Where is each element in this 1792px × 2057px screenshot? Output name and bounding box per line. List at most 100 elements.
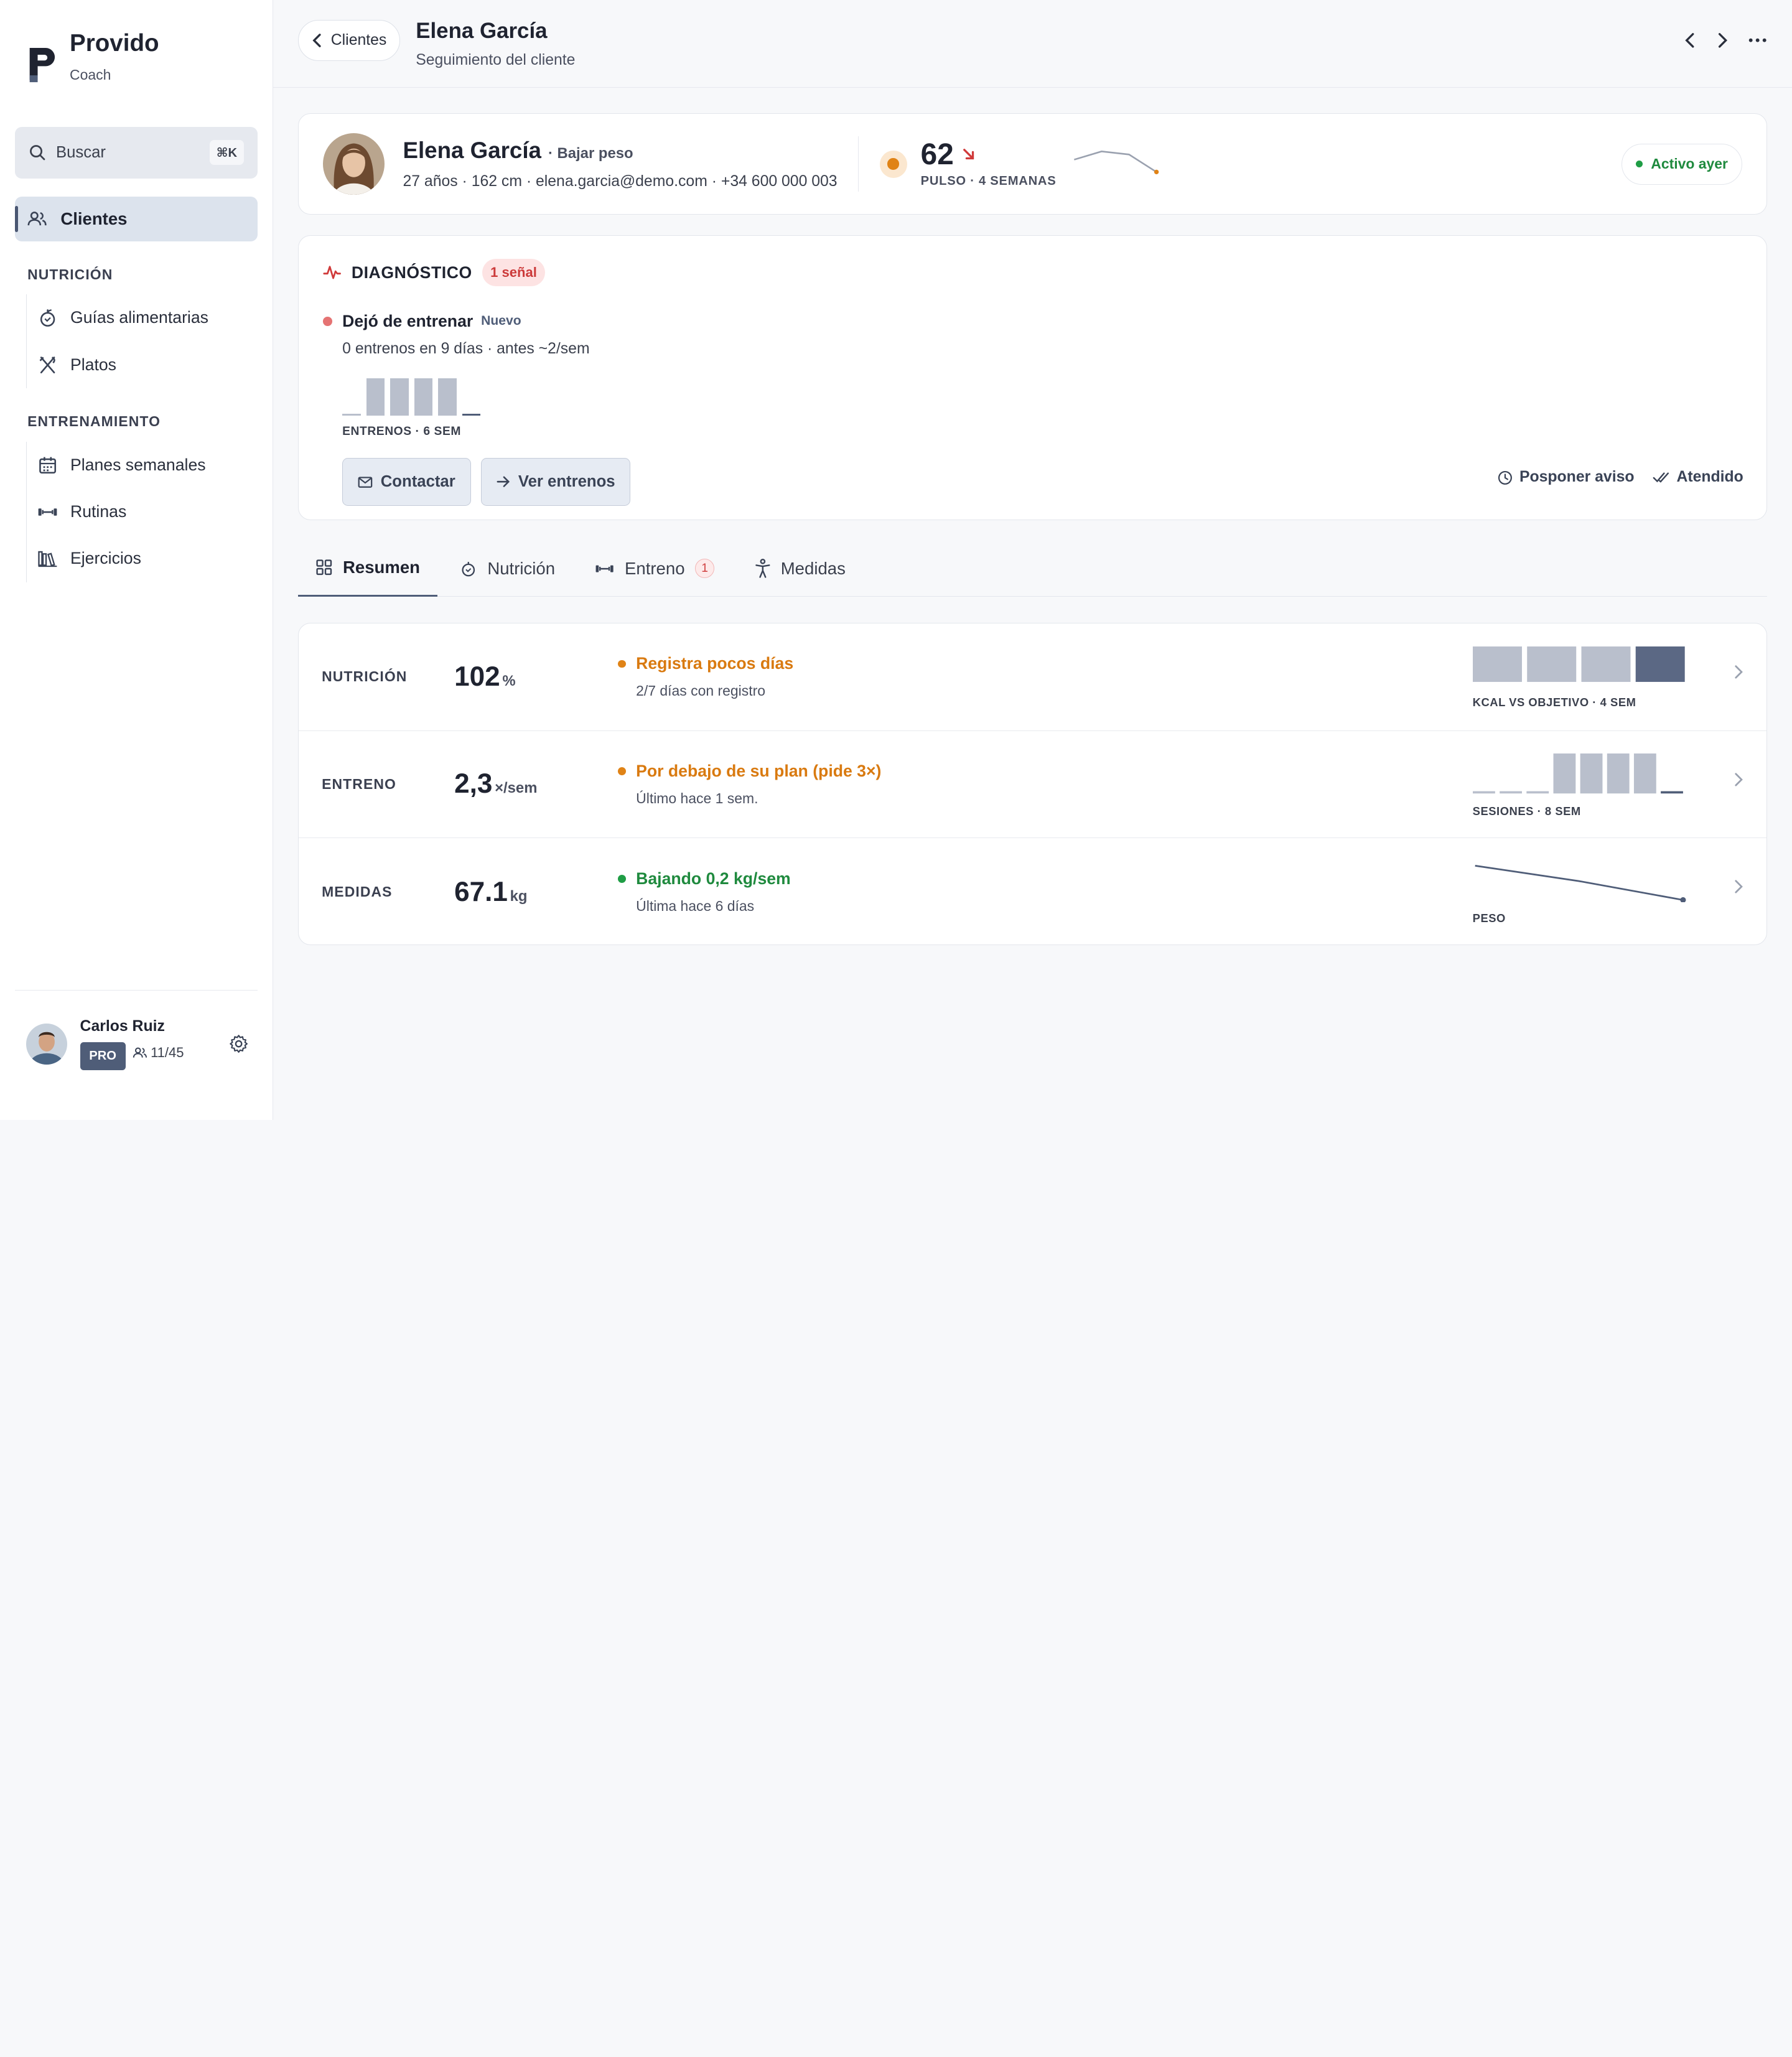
user-avatar[interactable] (26, 1023, 68, 1065)
sidebar-item-guias[interactable]: Guías alimentarias (36, 294, 258, 341)
tab-label: Nutrición (487, 558, 556, 578)
sidebar-item-platos[interactable]: Platos (36, 342, 258, 388)
pulse-sparkline (1074, 151, 1159, 175)
main-content: Clientes Elena García Seguimiento del cl… (273, 0, 1792, 1120)
metric-row-medidas[interactable]: MEDIDAS 67.1 kg Bajando 0,2 kg/sem Última… (299, 838, 1766, 946)
client-goal: · Bajar peso (548, 145, 633, 162)
session-bar (1633, 753, 1656, 794)
pulse-last-point (1154, 169, 1159, 175)
sidebar-item-clientes[interactable]: Clientes (14, 196, 258, 241)
sidebar-item-label: Guías alimentarias (70, 308, 208, 327)
mail-icon (358, 476, 373, 488)
metric-row-entreno[interactable]: ENTRENO 2,3 ×/sem Por debajo de su plan (… (299, 731, 1766, 839)
tab-medidas[interactable]: Medidas (737, 541, 862, 597)
session-bar (1607, 753, 1630, 794)
pulse-value: 62 (920, 138, 954, 171)
metric-status: Registra pocos días (617, 654, 793, 673)
pulse-icon (323, 266, 341, 279)
tab-resumen[interactable]: Resumen (298, 541, 437, 597)
app-root: Provido Coach Buscar ⌘K Clientes NUTRICI… (0, 0, 1792, 1120)
client-count-value: 11/45 (151, 1044, 184, 1060)
chevron-right-icon[interactable] (1734, 879, 1743, 894)
metric-label: ENTRENO (322, 775, 396, 792)
metric-unit: % (502, 672, 516, 689)
metrics-summary: NUTRICIÓN 102% Registra pocos días 2/7 d… (298, 623, 1767, 946)
users-icon (133, 1047, 147, 1058)
weekly-sessions-chart (342, 376, 1742, 416)
users-icon (27, 212, 47, 226)
gear-icon[interactable] (229, 1034, 248, 1053)
metric-status-text: Por debajo de su plan (pide 3×) (636, 762, 882, 781)
metric-subtext: Último hace 1 sem. (636, 790, 758, 806)
kcal-bar (1581, 646, 1631, 682)
sidebar-item-label: Ejercicios (70, 549, 141, 568)
weight-line (1475, 864, 1683, 901)
session-bar (390, 378, 409, 416)
session-bar (1472, 791, 1495, 794)
session-bar (1526, 791, 1549, 794)
plan-badge: PRO (80, 1042, 126, 1070)
more-options-icon[interactable] (1748, 38, 1766, 42)
kcal-bar (1635, 646, 1685, 682)
metric-row-nutricion[interactable]: NUTRICIÓN 102% Registra pocos días 2/7 d… (299, 623, 1766, 731)
metric-status-text: Bajando 0,2 kg/sem (636, 869, 791, 889)
back-to-clients-button[interactable]: Clientes (298, 19, 400, 61)
page-title: Elena García (416, 18, 548, 43)
tab-entreno[interactable]: Entreno 1 (578, 541, 732, 597)
client-avatar (322, 133, 385, 195)
chart-label: PESO (1472, 912, 1506, 925)
postpone-label: Posponer aviso (1519, 469, 1635, 486)
view-workouts-button[interactable]: Ver entrenos (481, 458, 631, 506)
signal-item: Dejó de entrenar Nuevo (322, 312, 1742, 331)
chart-label: SESIONES · 8 SEM (1472, 804, 1581, 818)
kcal-chart: KCAL VS OBJETIVO · 4 SEM (1472, 646, 1690, 710)
client-name: Elena García (403, 138, 541, 164)
user-name: Carlos Ruiz (80, 1017, 165, 1035)
session-bar (366, 378, 385, 416)
previous-client-icon[interactable] (1684, 32, 1696, 49)
page-subtitle: Seguimiento del cliente (416, 51, 576, 68)
status-text: Activo ayer (1651, 156, 1728, 172)
postpone-button[interactable]: Posponer aviso (1498, 469, 1635, 486)
tab-count-badge: 1 (695, 559, 715, 579)
sidebar-item-rutinas[interactable]: Rutinas (36, 488, 258, 535)
tab-label: Medidas (780, 558, 846, 578)
arrow-right-icon (497, 477, 510, 488)
contact-button[interactable]: Contactar (342, 458, 471, 506)
sidebar: Provido Coach Buscar ⌘K Clientes NUTRICI… (0, 0, 273, 1120)
check-double-icon (1653, 472, 1669, 483)
weight-trend-line (1475, 864, 1686, 903)
brand-name: Provido (70, 29, 159, 57)
client-profile-card: Elena García · Bajar peso 27 años · 162 c… (298, 113, 1767, 215)
search-input[interactable]: Buscar ⌘K (14, 126, 258, 179)
signal-count-badge: 1 señal (482, 259, 545, 287)
topbar: Clientes Elena García Seguimiento del cl… (273, 0, 1792, 88)
metric-label: NUTRICIÓN (322, 668, 408, 685)
done-label: Atendido (1676, 469, 1743, 486)
diagnostic-title: DIAGNÓSTICO (351, 263, 472, 282)
sidebar-item-label: Clientes (60, 208, 128, 228)
metric-subtext: 2/7 días con registro (636, 683, 765, 699)
tab-label: Resumen (342, 557, 420, 577)
signal-subtitle: 0 entrenos en 9 días · antes ~2/sem (342, 340, 590, 357)
sidebar-item-ejercicios[interactable]: Ejercicios (36, 535, 258, 582)
chevron-left-icon (312, 33, 321, 47)
session-bar (438, 378, 457, 416)
sessions-chart: SESIONES · 8 SEM (1473, 753, 1690, 818)
session-bar (414, 378, 433, 416)
search-icon (29, 145, 45, 161)
metric-value: 102% (454, 661, 618, 693)
session-bar (462, 413, 481, 416)
chevron-right-icon[interactable] (1734, 665, 1743, 679)
metric-number: 102 (454, 661, 500, 692)
metric-status: Bajando 0,2 kg/sem (617, 869, 791, 889)
metric-value: 67.1 kg (454, 877, 618, 908)
chevron-right-icon[interactable] (1734, 772, 1743, 787)
kcal-bars (1472, 646, 1685, 682)
grid-icon (316, 559, 332, 576)
sidebar-item-planes[interactable]: Planes semanales (36, 442, 258, 488)
tab-nutricion[interactable]: Nutrición (443, 541, 572, 597)
next-client-icon[interactable] (1717, 32, 1728, 49)
mark-done-button[interactable]: Atendido (1653, 469, 1743, 486)
metric-unit: ×/sem (495, 780, 538, 797)
